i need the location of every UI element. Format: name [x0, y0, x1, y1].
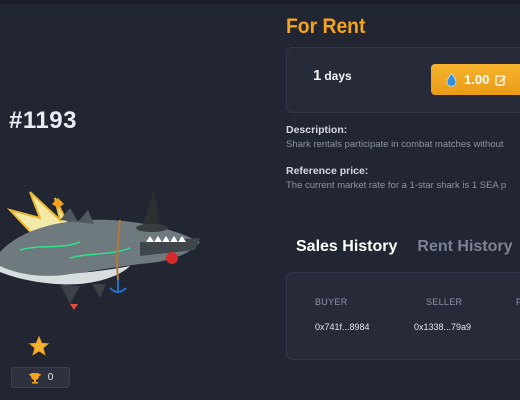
edit-icon: [495, 74, 507, 86]
column-header-buyer: BUYER: [315, 297, 348, 307]
description-label: Description:: [286, 124, 348, 136]
droplet-icon: [446, 72, 457, 87]
tab-rent-history[interactable]: Rent History: [417, 238, 512, 256]
shark-image: [0, 180, 230, 330]
rent-duration-value: 1: [313, 67, 322, 84]
nft-display: #1193 0: [0, 0, 268, 400]
seller-address[interactable]: 0x1338...79a9: [414, 322, 471, 332]
reference-price-text: The current market rate for a 1-star sha…: [286, 180, 507, 191]
history-table: BUYER SELLER P 0x741f...8984 0x1338...79…: [286, 272, 520, 360]
rent-duration-unit: days: [324, 69, 352, 83]
shark-illustration: [0, 190, 200, 310]
tab-sales-history[interactable]: Sales History: [296, 238, 397, 256]
rent-duration: 1 days: [313, 67, 352, 84]
reference-price-label: Reference price:: [286, 165, 369, 177]
for-rent-heading: For Rent: [286, 15, 366, 38]
nft-id-title: #1193: [9, 107, 77, 134]
trophy-count: 0: [47, 372, 54, 383]
column-header-seller: SELLER: [426, 297, 463, 307]
history-tabs: Sales History Rent History: [296, 238, 513, 256]
rent-price: 1.00: [464, 72, 490, 87]
trophy-badge: 0: [11, 367, 70, 388]
buyer-address[interactable]: 0x741f...8984: [315, 322, 370, 332]
trophy-icon: [28, 372, 41, 383]
star-icon: [28, 335, 50, 356]
rent-card: 1 days 1.00: [286, 47, 520, 113]
rent-price-button[interactable]: 1.00: [431, 64, 520, 95]
column-header-price: P: [516, 297, 520, 307]
description-text: Shark rentals participate in combat matc…: [286, 139, 504, 150]
